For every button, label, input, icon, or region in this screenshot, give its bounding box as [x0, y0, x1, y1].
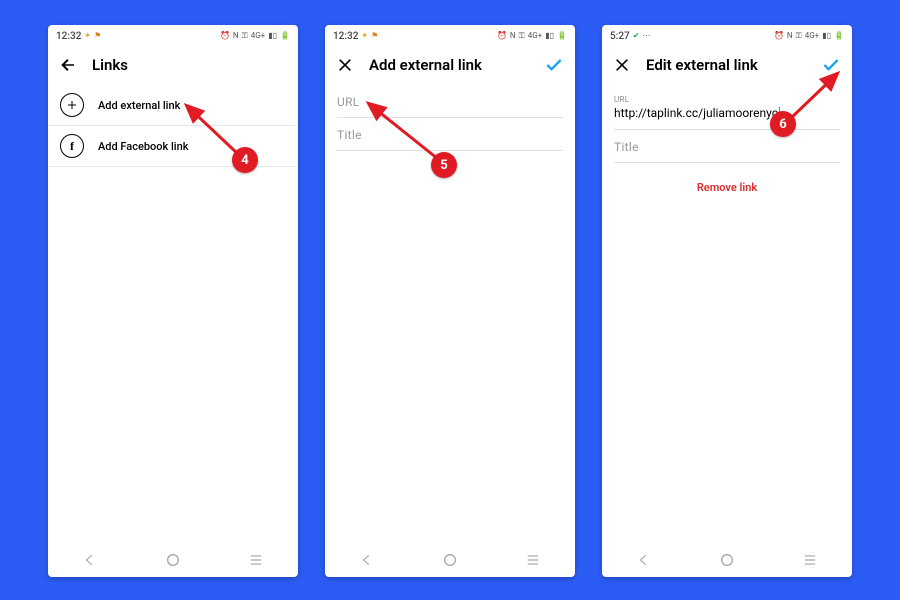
nav-recent-icon[interactable] [801, 551, 819, 569]
close-button[interactable] [335, 55, 355, 75]
key-icon: ⚿ [519, 32, 525, 40]
nav-home-icon[interactable] [164, 551, 182, 569]
url-field-value: http://taplink.cc/juliamoorenyc [614, 106, 840, 121]
url-field[interactable]: URL http://taplink.cc/juliamoorenyc [614, 91, 840, 130]
battery-icon: 🔋 [280, 32, 290, 40]
notif-icon: ✶ [84, 32, 91, 40]
annotation-badge-5: 5 [431, 152, 457, 178]
status-bar: 12:32 ✶ ⚑ ⏰ N ⚿ 4G+ ▮▯ 🔋 [48, 25, 298, 45]
nav-home-icon[interactable] [718, 551, 736, 569]
nav-back-icon[interactable] [635, 551, 653, 569]
alarm-icon: ⏰ [774, 32, 784, 40]
app-bar: Edit external link [602, 45, 852, 85]
page-title: Links [92, 56, 288, 74]
confirm-button[interactable] [820, 54, 842, 76]
net-label: N [787, 32, 793, 40]
facebook-icon: f [60, 134, 84, 158]
signal-icon: ▮▯ [268, 32, 277, 40]
phone-screen-1: 12:32 ✶ ⚑ ⏰ N ⚿ 4G+ ▮▯ 🔋 Links Add [48, 25, 298, 577]
remove-link-button[interactable]: Remove link [602, 181, 852, 194]
title-field-label: Title [614, 140, 840, 154]
battery-icon: 🔋 [834, 32, 844, 40]
annotation-badge-6: 6 [770, 111, 796, 137]
add-external-link-row[interactable]: Add external link [48, 85, 298, 126]
app-bar: Add external link [325, 45, 575, 85]
back-button[interactable] [58, 55, 78, 75]
signal-label: 4G+ [251, 32, 265, 40]
battery-icon: 🔋 [557, 32, 567, 40]
net-label: N [510, 32, 516, 40]
signal-label: 4G+ [805, 32, 819, 40]
notif-icon: ✶ [361, 32, 368, 40]
notif-icon: ⚑ [371, 32, 378, 40]
add-facebook-link-row[interactable]: f Add Facebook link [48, 126, 298, 167]
status-bar: 5:27 ✔ ⋯ ⏰ N ⚿ 4G+ ▮▯ 🔋 [602, 25, 852, 45]
phone-screen-3: 5:27 ✔ ⋯ ⏰ N ⚿ 4G+ ▮▯ 🔋 Edit external li… [602, 25, 852, 577]
system-nav-bar [48, 543, 298, 577]
plus-icon [60, 93, 84, 117]
row-label: Add Facebook link [98, 140, 188, 153]
notif-icon: ⚑ [94, 32, 101, 40]
nav-recent-icon[interactable] [247, 551, 265, 569]
alarm-icon: ⏰ [497, 32, 507, 40]
title-field[interactable]: Title [337, 124, 563, 151]
signal-icon: ▮▯ [545, 32, 554, 40]
title-field-label: Title [337, 128, 563, 142]
notif-icon: ⋯ [642, 32, 650, 40]
status-time: 5:27 [610, 31, 630, 42]
nav-home-icon[interactable] [441, 551, 459, 569]
alarm-icon: ⏰ [220, 32, 230, 40]
key-icon: ⚿ [242, 32, 248, 40]
net-label: N [233, 32, 239, 40]
url-field[interactable]: URL [337, 91, 563, 118]
notif-icon: ✔ [633, 32, 640, 40]
annotation-badge-4: 4 [232, 147, 258, 173]
page-title: Edit external link [646, 56, 806, 74]
close-button[interactable] [612, 55, 632, 75]
signal-label: 4G+ [528, 32, 542, 40]
status-time: 12:32 [56, 31, 81, 42]
system-nav-bar [602, 543, 852, 577]
phone-screen-2: 12:32 ✶ ⚑ ⏰ N ⚿ 4G+ ▮▯ 🔋 Add external li… [325, 25, 575, 577]
signal-icon: ▮▯ [822, 32, 831, 40]
nav-recent-icon[interactable] [524, 551, 542, 569]
nav-back-icon[interactable] [81, 551, 99, 569]
url-field-label: URL [614, 95, 840, 104]
confirm-button[interactable] [543, 54, 565, 76]
url-field-label: URL [337, 95, 563, 109]
page-title: Add external link [369, 56, 529, 74]
title-field[interactable]: Title [614, 136, 840, 163]
key-icon: ⚿ [796, 32, 802, 40]
row-label: Add external link [98, 99, 180, 112]
system-nav-bar [325, 543, 575, 577]
status-bar: 12:32 ✶ ⚑ ⏰ N ⚿ 4G+ ▮▯ 🔋 [325, 25, 575, 45]
status-time: 12:32 [333, 31, 358, 42]
nav-back-icon[interactable] [358, 551, 376, 569]
app-bar: Links [48, 45, 298, 85]
